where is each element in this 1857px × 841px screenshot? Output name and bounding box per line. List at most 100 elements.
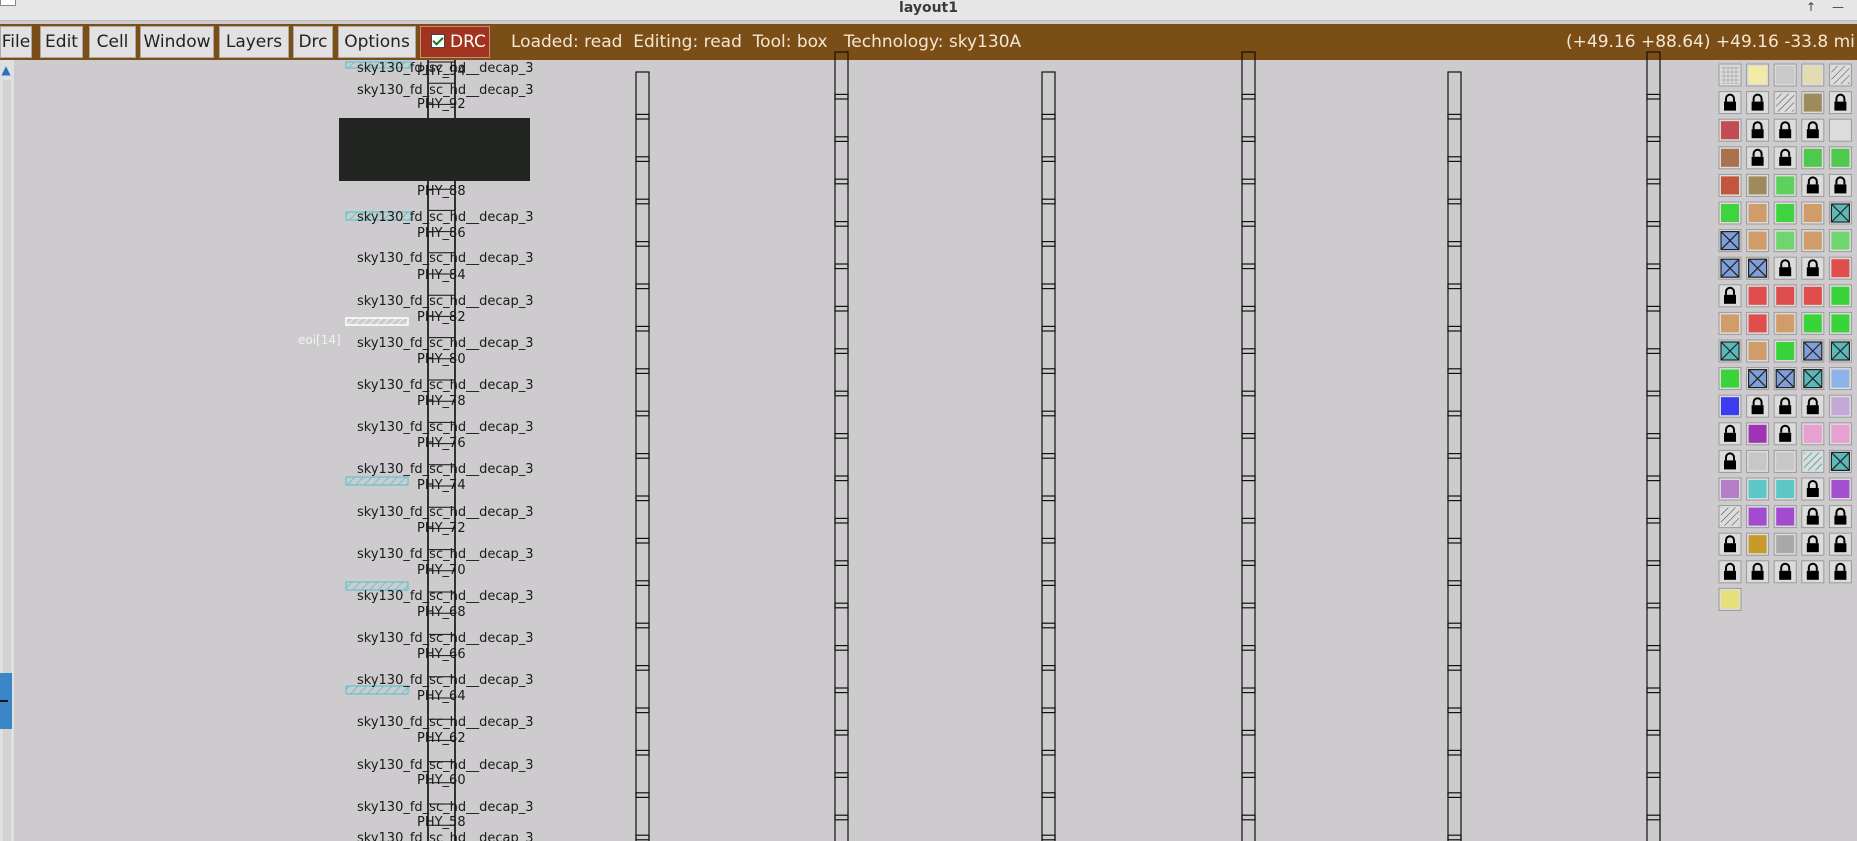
layer-swatch[interactable] xyxy=(1718,505,1742,529)
locked-layer-lock-icon[interactable] xyxy=(1746,91,1770,115)
layer-swatch[interactable] xyxy=(1828,339,1852,363)
layer-swatch[interactable] xyxy=(1773,91,1797,115)
layer-swatch[interactable] xyxy=(1746,422,1770,446)
locked-layer-lock-icon[interactable] xyxy=(1746,560,1770,584)
layer-swatch[interactable] xyxy=(1746,229,1770,253)
layer-swatch[interactable] xyxy=(1801,284,1825,308)
layer-swatch[interactable] xyxy=(1746,256,1770,280)
layer-swatch[interactable] xyxy=(1718,311,1742,335)
locked-layer-lock-icon[interactable] xyxy=(1773,422,1797,446)
layer-swatch[interactable] xyxy=(1773,449,1797,473)
layer-swatch[interactable] xyxy=(1801,201,1825,225)
scrollbar-thumb[interactable] xyxy=(0,673,12,729)
layer-swatch[interactable] xyxy=(1801,311,1825,335)
layer-swatch[interactable] xyxy=(1773,311,1797,335)
layer-swatch[interactable] xyxy=(1746,449,1770,473)
layer-swatch[interactable] xyxy=(1718,229,1742,253)
layer-swatch[interactable] xyxy=(1746,201,1770,225)
layer-swatch[interactable] xyxy=(1801,367,1825,391)
layer-palette[interactable] xyxy=(1716,60,1857,841)
layer-swatch[interactable] xyxy=(1718,146,1742,170)
layer-swatch[interactable] xyxy=(1718,173,1742,197)
layer-swatch[interactable] xyxy=(1746,63,1770,87)
layer-swatch[interactable] xyxy=(1828,229,1852,253)
locked-layer-lock-icon[interactable] xyxy=(1828,91,1852,115)
locked-layer-lock-icon[interactable] xyxy=(1773,118,1797,142)
pin-box[interactable] xyxy=(345,317,409,326)
layer-swatch[interactable] xyxy=(1801,91,1825,115)
layer-swatch[interactable] xyxy=(1773,477,1797,501)
layer-swatch[interactable] xyxy=(1828,449,1852,473)
locked-layer-lock-icon[interactable] xyxy=(1801,256,1825,280)
minimize-icon[interactable]: — xyxy=(1826,0,1850,14)
layer-swatch[interactable] xyxy=(1828,477,1852,501)
locked-layer-lock-icon[interactable] xyxy=(1801,560,1825,584)
layer-swatch[interactable] xyxy=(1746,311,1770,335)
locked-layer-lock-icon[interactable] xyxy=(1828,505,1852,529)
layer-swatch[interactable] xyxy=(1801,449,1825,473)
locked-layer-lock-icon[interactable] xyxy=(1746,146,1770,170)
locked-layer-lock-icon[interactable] xyxy=(1828,173,1852,197)
layer-swatch[interactable] xyxy=(1746,339,1770,363)
locked-layer-lock-icon[interactable] xyxy=(1718,284,1742,308)
layer-swatch[interactable] xyxy=(1773,339,1797,363)
layer-swatch[interactable] xyxy=(1773,63,1797,87)
locked-layer-lock-icon[interactable] xyxy=(1801,173,1825,197)
layer-swatch[interactable] xyxy=(1828,146,1852,170)
locked-layer-lock-icon[interactable] xyxy=(1773,394,1797,418)
maximize-icon[interactable]: ↑ xyxy=(1799,0,1823,14)
layer-swatch[interactable] xyxy=(1718,118,1742,142)
locked-layer-lock-icon[interactable] xyxy=(1746,118,1770,142)
locked-layer-lock-icon[interactable] xyxy=(1718,532,1742,556)
layer-swatch[interactable] xyxy=(1746,367,1770,391)
locked-layer-lock-icon[interactable] xyxy=(1828,560,1852,584)
layer-swatch[interactable] xyxy=(1773,284,1797,308)
scroll-up-arrow-icon[interactable]: ▲ xyxy=(0,62,12,78)
locked-layer-lock-icon[interactable] xyxy=(1801,477,1825,501)
locked-layer-lock-icon[interactable] xyxy=(1773,256,1797,280)
layer-swatch[interactable] xyxy=(1828,256,1852,280)
locked-layer-lock-icon[interactable] xyxy=(1773,146,1797,170)
layer-swatch[interactable] xyxy=(1801,229,1825,253)
locked-layer-lock-icon[interactable] xyxy=(1801,532,1825,556)
layer-swatch[interactable] xyxy=(1828,422,1852,446)
layer-swatch[interactable] xyxy=(1828,367,1852,391)
locked-layer-lock-icon[interactable] xyxy=(1773,560,1797,584)
locked-layer-lock-icon[interactable] xyxy=(1718,422,1742,446)
layer-swatch[interactable] xyxy=(1718,339,1742,363)
layer-swatch[interactable] xyxy=(1773,229,1797,253)
locked-layer-lock-icon[interactable] xyxy=(1828,532,1852,556)
layer-swatch[interactable] xyxy=(1828,201,1852,225)
layer-swatch[interactable] xyxy=(1718,63,1742,87)
locked-layer-lock-icon[interactable] xyxy=(1801,394,1825,418)
layer-swatch[interactable] xyxy=(1801,63,1825,87)
layer-swatch[interactable] xyxy=(1718,394,1742,418)
layer-swatch[interactable] xyxy=(1718,256,1742,280)
layer-swatch[interactable] xyxy=(1718,587,1742,611)
layout-canvas[interactable]: eoi[14] sky130_fd_sc_hd__decap_3 PHY_94sky… xyxy=(0,0,1716,841)
locked-layer-lock-icon[interactable] xyxy=(1718,91,1742,115)
layer-swatch[interactable] xyxy=(1828,118,1852,142)
locked-layer-lock-icon[interactable] xyxy=(1801,505,1825,529)
layer-swatch[interactable] xyxy=(1773,532,1797,556)
locked-layer-lock-icon[interactable] xyxy=(1718,560,1742,584)
layer-swatch[interactable] xyxy=(1718,477,1742,501)
layer-swatch[interactable] xyxy=(1746,505,1770,529)
layer-swatch[interactable] xyxy=(1746,284,1770,308)
layer-swatch[interactable] xyxy=(1773,367,1797,391)
layer-swatch[interactable] xyxy=(1718,367,1742,391)
layer-swatch[interactable] xyxy=(1773,505,1797,529)
layer-swatch[interactable] xyxy=(1801,146,1825,170)
layer-swatch[interactable] xyxy=(1746,477,1770,501)
layer-swatch[interactable] xyxy=(1828,63,1852,87)
layer-swatch[interactable] xyxy=(1773,201,1797,225)
locked-layer-lock-icon[interactable] xyxy=(1746,394,1770,418)
locked-layer-lock-icon[interactable] xyxy=(1718,449,1742,473)
layer-swatch[interactable] xyxy=(1828,284,1852,308)
layer-swatch[interactable] xyxy=(1746,532,1770,556)
layer-swatch[interactable] xyxy=(1801,339,1825,363)
layer-swatch[interactable] xyxy=(1773,173,1797,197)
layer-swatch[interactable] xyxy=(1718,201,1742,225)
layer-swatch[interactable] xyxy=(1828,394,1852,418)
layer-swatch[interactable] xyxy=(1801,422,1825,446)
